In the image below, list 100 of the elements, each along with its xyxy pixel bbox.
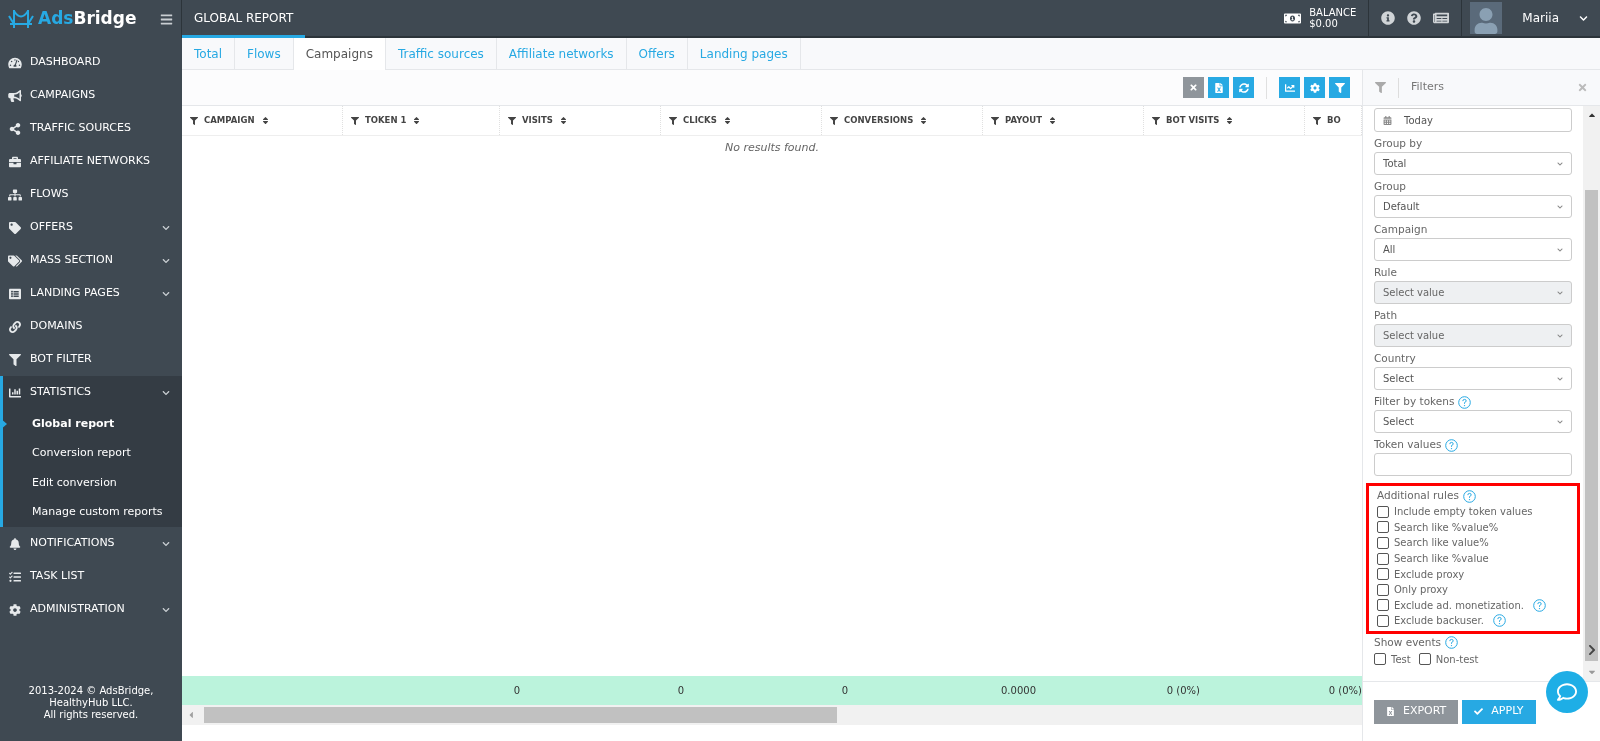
checkbox[interactable] — [1374, 653, 1386, 666]
sidebar-item[interactable]: TASK LIST — [0, 560, 182, 593]
field-label: Path — [1374, 308, 1398, 324]
date-field[interactable]: Today — [1374, 108, 1572, 132]
filter-icon — [351, 116, 359, 125]
info-icon[interactable] — [1381, 11, 1396, 25]
select-field[interactable]: All — [1374, 238, 1572, 261]
column-header[interactable]: CONVERSIONS — [822, 106, 983, 135]
checkbox-label[interactable]: Exclude ad. monetization. — [1394, 597, 1524, 613]
checkbox-label[interactable]: Exclude backuser. — [1394, 613, 1484, 629]
chevron-icon — [1557, 289, 1563, 296]
sidebar-item[interactable]: OFFERS — [0, 211, 182, 244]
close-icon[interactable] — [1577, 82, 1588, 93]
user-name[interactable]: Mariia — [1522, 9, 1559, 27]
chevron-icon — [1557, 203, 1563, 210]
excel-export-button[interactable] — [1208, 77, 1229, 98]
submenu-item[interactable]: Global report — [3, 409, 182, 439]
select-field[interactable]: Select — [1374, 410, 1572, 433]
copyright-text: HealthyHub LLC. — [49, 697, 133, 709]
column-header[interactable]: CAMPAIGN — [182, 106, 343, 135]
checkbox-label[interactable]: Search like value% — [1394, 535, 1489, 551]
list-icon — [8, 287, 22, 300]
settings-icon — [8, 603, 22, 616]
vertical-scrollbar[interactable] — [1583, 106, 1600, 681]
sidebar-item[interactable]: BOT FILTER — [0, 343, 182, 376]
select-field[interactable]: Default — [1374, 195, 1572, 218]
chart-button[interactable] — [1279, 77, 1300, 98]
select-field[interactable]: Select — [1374, 367, 1572, 390]
horizontal-scrollbar[interactable] — [182, 705, 1362, 725]
chat-button[interactable] — [1546, 671, 1588, 713]
sidebar-item[interactable]: NOTIFICATIONS — [0, 527, 182, 560]
check-icon — [1474, 707, 1484, 716]
total-cell-text: 0 (0%) — [1327, 684, 1362, 698]
chevron-icon — [1557, 332, 1563, 339]
chevron-icon[interactable] — [1579, 13, 1588, 23]
checkbox[interactable] — [1377, 583, 1389, 596]
settings-icon — [1309, 82, 1320, 93]
field-label: Filter by tokens — [1374, 394, 1455, 410]
checkbox[interactable] — [1377, 552, 1389, 565]
speech-bubble-icon — [1557, 682, 1577, 702]
checkbox[interactable] — [1418, 653, 1431, 666]
field-label: Country — [1374, 351, 1416, 367]
checkbox[interactable] — [1377, 521, 1389, 534]
filter-icon — [508, 116, 516, 125]
checkbox-label[interactable]: Exclude proxy — [1394, 566, 1465, 582]
share-icon — [8, 122, 22, 135]
sidebar-item[interactable]: FLOWS — [0, 178, 182, 211]
field-label: Token values — [1374, 437, 1442, 453]
checkbox[interactable] — [1377, 505, 1389, 518]
checkbox[interactable] — [1377, 537, 1389, 549]
select-field[interactable]: Total — [1374, 152, 1572, 175]
checkbox-label[interactable]: Non-test — [1435, 651, 1479, 667]
checkbox[interactable] — [1377, 599, 1389, 612]
sidebar-item[interactable]: AFFILIATE NETWORKS — [0, 145, 182, 178]
sidebar-item[interactable]: CAMPAIGNS — [0, 79, 182, 112]
column-header[interactable]: PAYOUT — [983, 106, 1144, 135]
sidebar-item[interactable]: DASHBOARD — [0, 46, 182, 79]
dashboard-icon — [8, 56, 22, 69]
copyright-text: 2013-2024 © AdsBridge, — [28, 685, 154, 697]
column-header[interactable]: CLICKS — [661, 106, 822, 135]
checkbox[interactable] — [1377, 568, 1389, 581]
column-header[interactable]: BOT VISITS — [1144, 106, 1305, 135]
filter-icon — [8, 353, 22, 366]
sidebar-item[interactable]: DOMAINS — [0, 310, 182, 343]
sidebar-item[interactable]: ADMINISTRATION — [0, 593, 182, 626]
column-header[interactable]: BO — [1305, 106, 1362, 135]
news-icon[interactable] — [1433, 10, 1450, 26]
filter-icon — [1152, 116, 1160, 125]
sidebar-item[interactable]: STATISTICS — [3, 376, 182, 409]
refresh-button[interactable] — [1233, 77, 1254, 98]
sort-icon — [260, 116, 270, 125]
filter-icon — [669, 116, 677, 125]
sort-icon — [1048, 116, 1057, 125]
input-field[interactable] — [1374, 453, 1572, 476]
submenu-item[interactable]: Manage custom reports — [3, 497, 182, 527]
filter-button[interactable] — [1329, 77, 1350, 98]
checkbox-label[interactable]: Test — [1391, 651, 1411, 667]
sidebar-item[interactable]: TRAFFIC SOURCES — [0, 112, 182, 145]
filter-icon — [190, 116, 198, 125]
avatar[interactable] — [1470, 2, 1503, 34]
checkbox[interactable] — [1377, 614, 1389, 627]
sidebar-item[interactable]: MASS SECTION — [0, 244, 182, 277]
sidebar-item[interactable]: LANDING PAGES — [0, 277, 182, 310]
column-header[interactable]: TOKEN 1 — [343, 106, 500, 135]
help-icon[interactable] — [1407, 11, 1422, 25]
checkbox-label[interactable]: Search like %value — [1394, 551, 1489, 567]
menu-icon[interactable] — [160, 12, 173, 26]
submenu-item[interactable]: Conversion report — [3, 438, 182, 468]
logo-text[interactable]: AdsBridge — [38, 6, 137, 32]
column-header[interactable]: VISITS — [500, 106, 661, 135]
checkbox-label[interactable]: Include empty token values — [1394, 504, 1533, 520]
chevron-right-icon[interactable] — [1586, 644, 1598, 656]
filter-icon — [991, 116, 999, 125]
clear-button[interactable] — [1183, 77, 1204, 98]
settings-button[interactable] — [1304, 77, 1325, 98]
checkbox-label[interactable]: Only proxy — [1394, 582, 1448, 598]
report-tab[interactable]: Campaigns — [293, 38, 386, 70]
checkbox-label[interactable]: Search like %value% — [1394, 519, 1499, 535]
bell-icon — [8, 537, 22, 550]
submenu-item[interactable]: Edit conversion — [3, 468, 182, 498]
